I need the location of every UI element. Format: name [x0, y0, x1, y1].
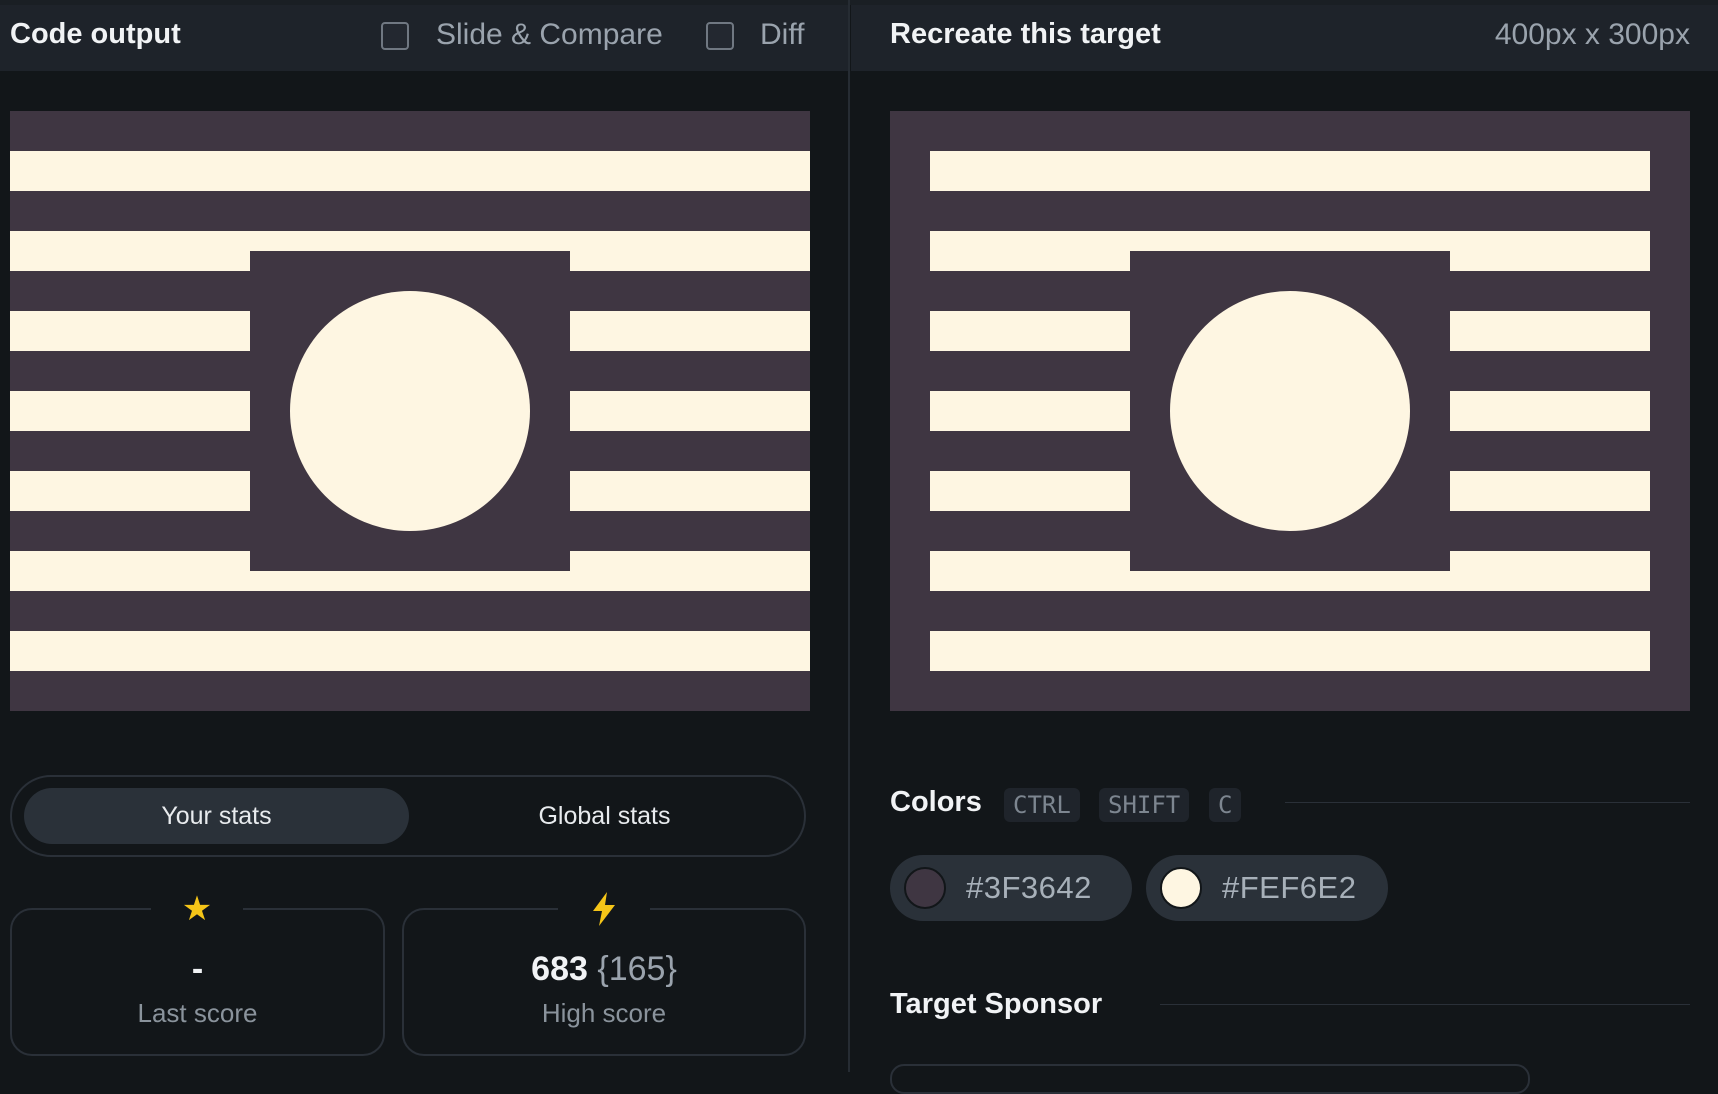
panel-divider	[848, 0, 850, 1072]
center-circle	[290, 291, 530, 531]
swatch-hex: #3F3642	[966, 870, 1092, 905]
slide-compare-checkbox[interactable]	[381, 22, 409, 50]
diff-checkbox[interactable]	[706, 22, 734, 50]
last-score-value: -	[191, 950, 204, 988]
code-output-title: Code output	[10, 18, 181, 50]
high-score-label: High score	[541, 998, 667, 1028]
high-score-number: 683	[531, 950, 588, 988]
stripe	[930, 631, 1650, 671]
colors-divider	[1285, 802, 1690, 803]
color-swatch-dark[interactable]: #3F3642	[890, 855, 1132, 921]
tab-global-stats[interactable]: Global stats	[412, 788, 797, 844]
color-swatch-light[interactable]: #FEF6E2	[1146, 855, 1388, 921]
stripe	[10, 151, 810, 191]
target-title: Recreate this target	[890, 18, 1161, 50]
sponsor-title: Target Sponsor	[890, 988, 1103, 1020]
target-dimensions: 400px x 300px	[1494, 18, 1690, 51]
star-icon: ★	[151, 890, 243, 928]
kbd-c: C	[1209, 788, 1242, 822]
tab-your-stats[interactable]: Your stats	[24, 788, 409, 844]
code-output-canvas[interactable]	[10, 111, 810, 711]
diff-label[interactable]: Diff	[760, 18, 804, 52]
kbd-shift: SHIFT	[1099, 788, 1190, 822]
high-score-value: 683 {165}	[402, 950, 806, 989]
sponsor-divider	[1160, 1004, 1690, 1005]
slide-compare-label[interactable]: Slide & Compare	[436, 18, 663, 52]
sponsor-card[interactable]	[890, 1064, 1530, 1094]
colors-title: Colors	[890, 786, 982, 818]
stripe	[930, 151, 1650, 191]
high-score-sub: {165}	[597, 950, 677, 988]
kbd-ctrl: CTRL	[1004, 788, 1080, 822]
target-canvas	[890, 111, 1690, 711]
last-score-label: Last score	[137, 998, 258, 1028]
swatch-dot	[1160, 867, 1202, 909]
swatch-dot	[904, 867, 946, 909]
swatch-hex: #FEF6E2	[1222, 870, 1357, 905]
stats-tabs: Your stats Global stats	[10, 775, 806, 857]
stripe	[10, 631, 810, 671]
center-circle	[1170, 291, 1410, 531]
lightning-icon	[558, 890, 650, 928]
